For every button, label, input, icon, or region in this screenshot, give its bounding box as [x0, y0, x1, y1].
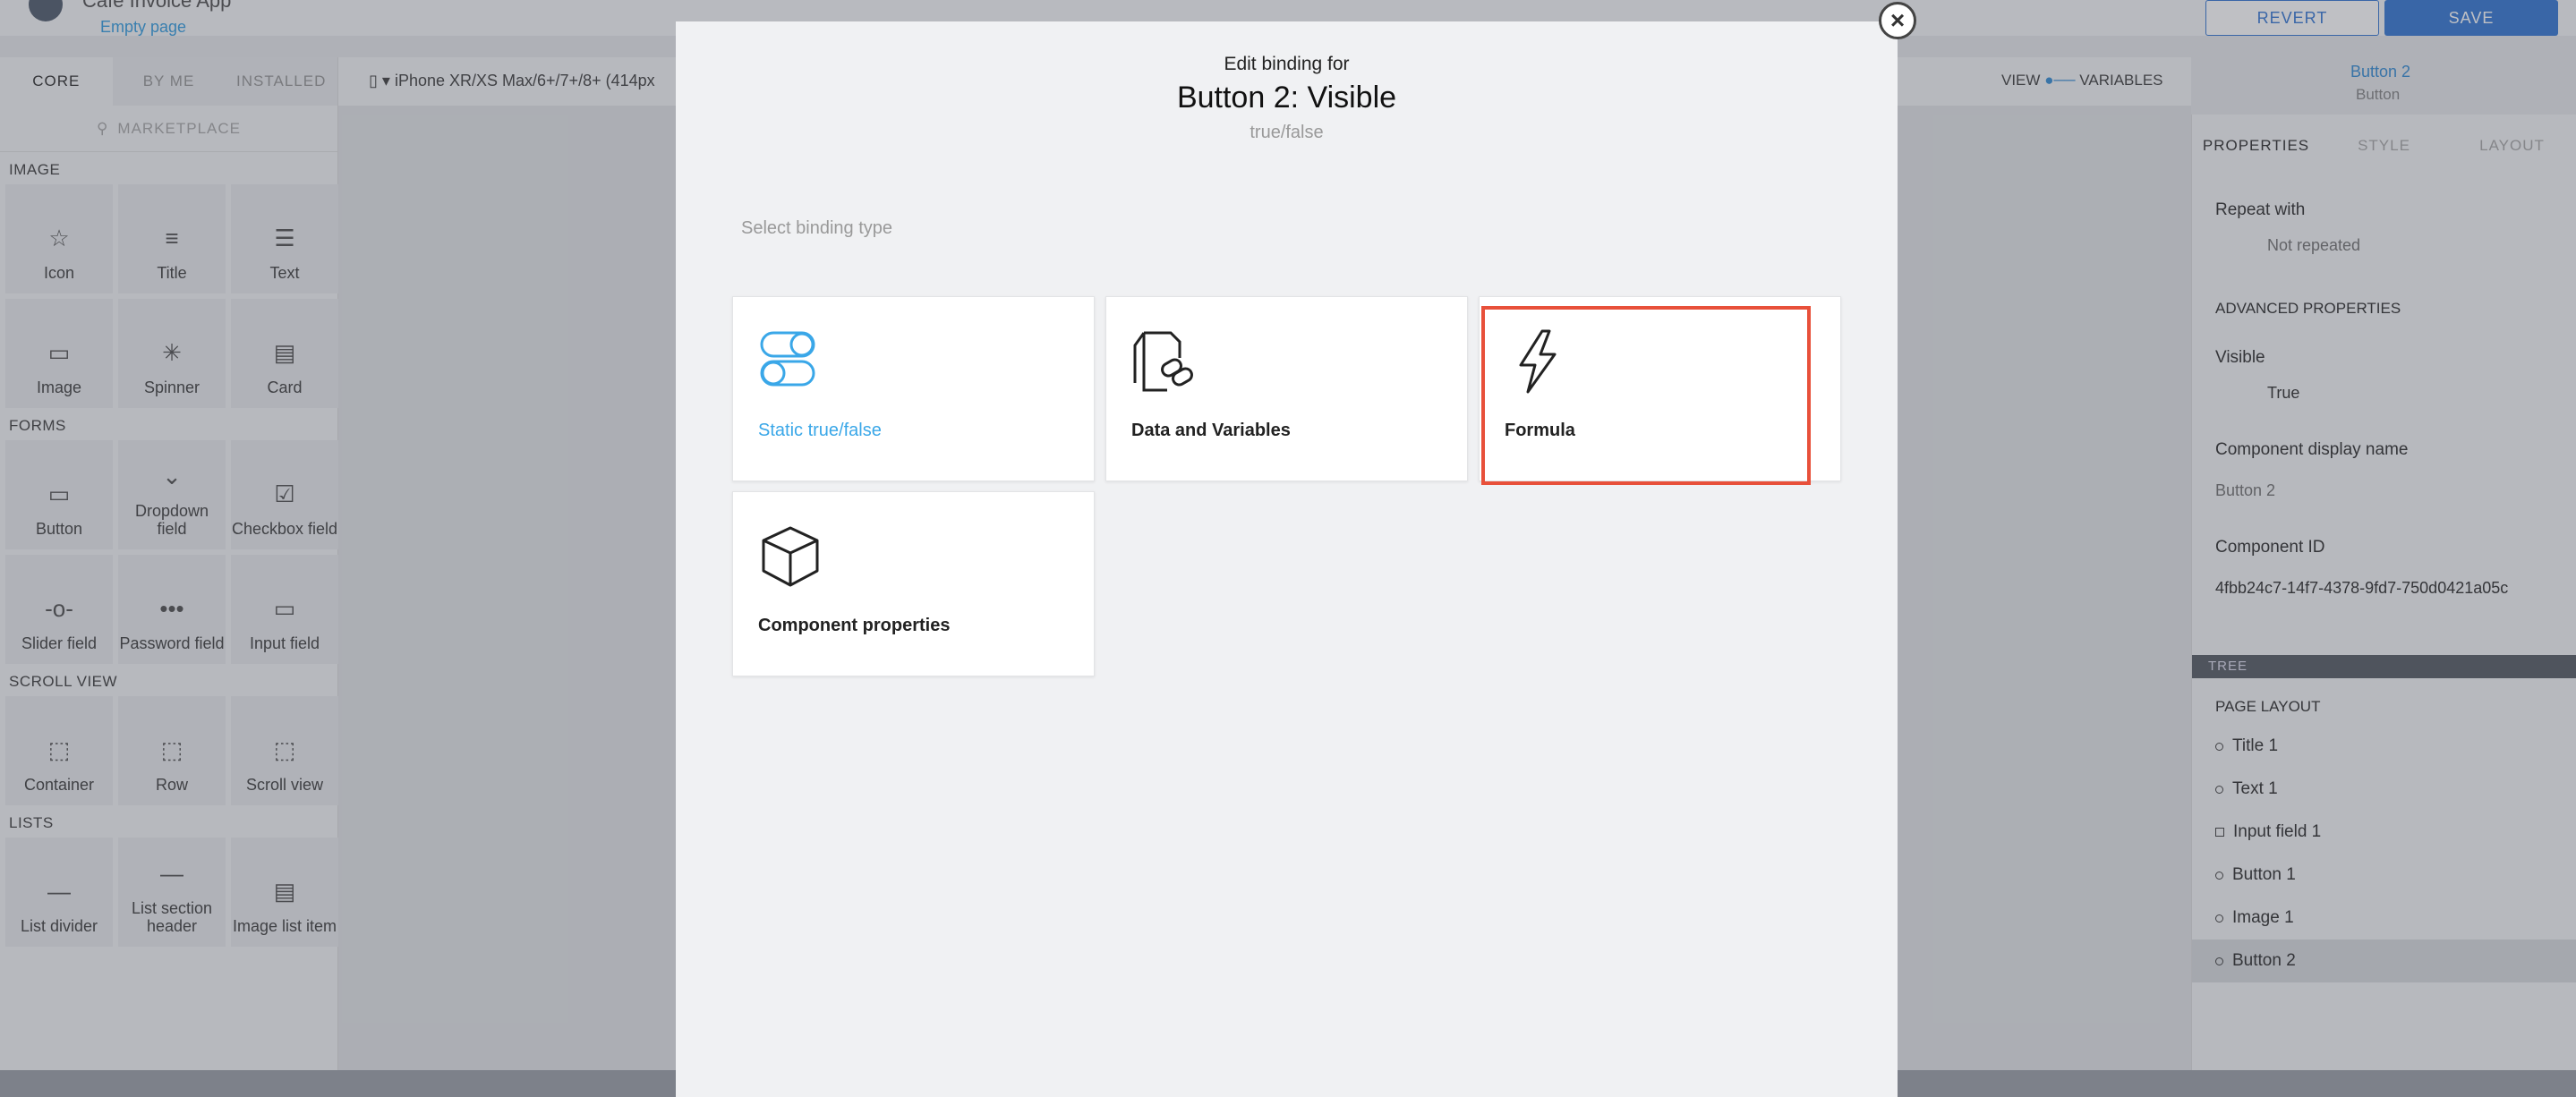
close-icon: ×	[1889, 6, 1906, 34]
binding-card-formula[interactable]: Formula	[1479, 296, 1841, 485]
cube-icon	[762, 526, 819, 587]
edit-binding-modal: Edit binding for Button 2: Visible true/…	[676, 21, 1898, 1097]
data-link-icon	[1133, 331, 1193, 392]
binding-card-component-properties[interactable]: Component properties	[732, 491, 1095, 676]
lightning-icon	[1519, 329, 1557, 394]
binding-card-static[interactable]: Static true/false	[732, 296, 1095, 481]
modal-subtitle: true/false	[1250, 123, 1324, 142]
binding-card-label: Component properties	[758, 616, 951, 635]
binding-card-label: Formula	[1505, 421, 1575, 440]
select-binding-type-label: Select binding type	[741, 218, 893, 238]
modal-header: Edit binding for Button 2: Visible true/…	[676, 54, 1898, 143]
toggle-icon	[760, 331, 815, 387]
modal-title: Button 2: Visible	[1176, 81, 1397, 115]
binding-card-data-variables[interactable]: Data and Variables	[1105, 296, 1468, 481]
binding-card-label: Data and Variables	[1131, 421, 1291, 440]
modal-edit-for: Edit binding for	[1224, 54, 1350, 74]
binding-card-label: Static true/false	[758, 421, 882, 440]
close-modal-button[interactable]: ×	[1879, 2, 1916, 39]
